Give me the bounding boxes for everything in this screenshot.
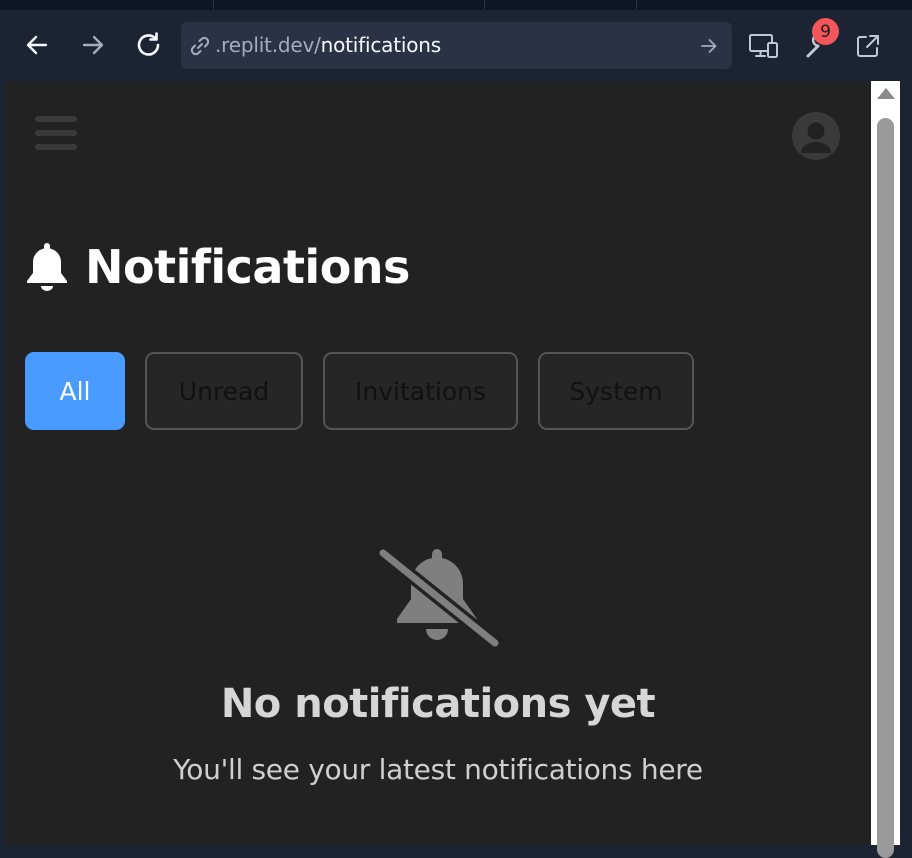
- filter-all-button[interactable]: All: [25, 352, 125, 430]
- empty-state-title: No notifications yet: [220, 681, 656, 727]
- back-arrow-icon: [26, 35, 48, 55]
- bell-slash-icon: [376, 547, 501, 650]
- scrollbar[interactable]: [871, 81, 900, 858]
- address-bar[interactable]: .replit.dev/notifications: [181, 22, 732, 69]
- filter-unread-button[interactable]: Unread: [145, 352, 303, 430]
- bell-icon: [27, 243, 67, 291]
- page-title: Notifications: [23, 237, 410, 297]
- devices-button[interactable]: [747, 30, 781, 62]
- browser-toolbar: .replit.dev/notifications: [0, 10, 912, 81]
- empty-state-subtitle: You'll see your latest notifications her…: [173, 753, 703, 786]
- url-path: notifications: [320, 33, 441, 57]
- window-edge: [900, 81, 912, 845]
- tab-divider: [636, 0, 637, 10]
- scroll-up-arrow-icon[interactable]: [877, 88, 895, 99]
- back-button[interactable]: [22, 30, 52, 60]
- forward-button[interactable]: [78, 30, 108, 60]
- reload-icon: [137, 32, 160, 56]
- open-external-button[interactable]: [851, 30, 885, 62]
- avatar-silhouette: [801, 122, 831, 153]
- tab-strip: [0, 0, 912, 10]
- devices-icon: [749, 34, 778, 58]
- forward-arrow-icon: [82, 35, 104, 55]
- open-external-icon: [857, 35, 879, 57]
- user-avatar-icon[interactable]: [792, 112, 840, 160]
- page-heading: Notifications: [85, 240, 410, 294]
- tab-divider: [213, 0, 214, 10]
- filter-system-button[interactable]: System: [538, 352, 694, 430]
- page-viewport: Notifications All Unread Invitations Sys…: [5, 81, 871, 845]
- scrollbar-thumb[interactable]: [877, 118, 894, 858]
- devtools-badge: 9: [812, 18, 839, 45]
- go-arrow-icon[interactable]: [698, 35, 720, 57]
- hamburger-icon[interactable]: [35, 116, 77, 156]
- url-host: .replit.dev/: [215, 33, 321, 57]
- reload-button[interactable]: [134, 30, 164, 60]
- link-icon: [190, 36, 210, 56]
- tab-divider: [484, 0, 485, 10]
- url-text: .replit.dev/notifications: [215, 32, 441, 58]
- filter-invitations-button[interactable]: Invitations: [323, 352, 518, 430]
